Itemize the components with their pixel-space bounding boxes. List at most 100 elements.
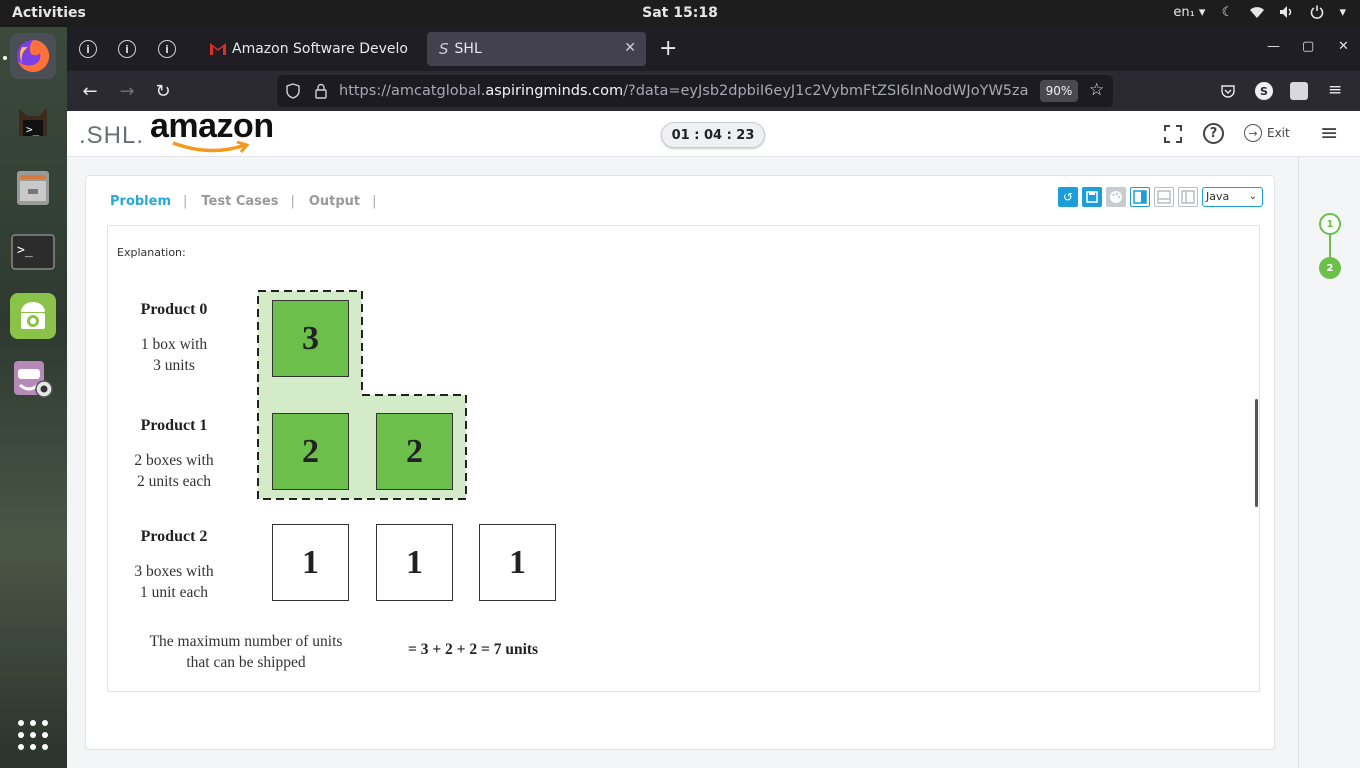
bookmark-star-icon[interactable]: ☆ (1089, 80, 1104, 100)
volume-icon (1279, 4, 1295, 20)
zoom-indicator[interactable]: 90% (1040, 80, 1078, 102)
unit-box: 2 (376, 413, 453, 490)
save-icon[interactable] (1082, 187, 1102, 207)
dock: >_ >_ (0, 27, 67, 768)
countdown-timer: 01 : 04 : 23 (661, 122, 765, 148)
cheese-launcher[interactable] (10, 357, 56, 403)
browser-tab-gmail[interactable]: Amazon Software Develo (198, 32, 418, 66)
maximize-button[interactable]: ▢ (1302, 39, 1314, 54)
android-studio-icon (21, 302, 45, 329)
info-icon[interactable]: i (79, 40, 97, 58)
product-1-title: Product 1 (140, 417, 208, 434)
amazon-smile-icon (172, 141, 250, 153)
chevron-down-icon: ⌄ (1248, 191, 1257, 202)
account-avatar-icon[interactable]: S (1255, 82, 1273, 100)
wifi-icon (1249, 4, 1265, 20)
menu-icon[interactable]: ≡ (1320, 121, 1338, 146)
hamburger-menu-icon[interactable]: ≡ (1328, 80, 1342, 100)
summary-text: The maximum number of units that can be … (149, 633, 343, 671)
forward-button[interactable]: → (116, 80, 138, 102)
webcam-face-icon (14, 361, 53, 398)
explanation-label: Explanation: (117, 246, 186, 259)
unit-box: 1 (272, 524, 349, 601)
unit-box: 2 (272, 413, 349, 490)
svg-text:>_: >_ (17, 243, 33, 258)
app-header: .SHL. amazon 01 : 04 : 23 ? → Exit ≡ (67, 107, 1360, 157)
exit-icon: → (1244, 124, 1262, 142)
theme-palette-icon[interactable] (1106, 187, 1126, 207)
terminal-icon: >_ (11, 234, 55, 270)
svg-text:>_: >_ (26, 123, 40, 136)
activities-button[interactable]: Activities (12, 5, 86, 21)
hacker-cat-icon: >_ (19, 108, 47, 136)
minimize-button[interactable]: — (1267, 39, 1280, 54)
browser-tab-bar: i i i Amazon Software Develo S SHL ✕ + —… (67, 27, 1360, 71)
browser-tab-shl[interactable]: S SHL ✕ (427, 32, 646, 66)
files-launcher[interactable] (10, 164, 56, 210)
app-grid-icon (18, 720, 48, 750)
product-0-desc: 1 box with 3 units (140, 336, 208, 374)
terminal-launcher[interactable]: >_ (10, 229, 56, 275)
file-cabinet-icon (17, 171, 49, 205)
tab-title: Amazon Software Develo (232, 41, 408, 57)
tab-title: SHL (454, 41, 482, 57)
problem-tabs: Problem | Test Cases | Output | (110, 194, 377, 209)
shield-icon (286, 83, 300, 99)
system-tray[interactable]: en₁ ▾ ☾ ▾ (1173, 4, 1346, 20)
result-equation: = 3 + 2 + 2 = 7 units (408, 641, 539, 658)
shl-logo: .SHL. (79, 122, 145, 149)
unit-box: 1 (376, 524, 453, 601)
problem-content: Explanation: Product 0 1 box with 3 unit… (107, 225, 1260, 692)
new-tab-button[interactable]: + (659, 36, 677, 61)
unit-box: 3 (272, 300, 349, 377)
exit-button[interactable]: → Exit (1244, 124, 1290, 142)
info-icon[interactable]: i (118, 40, 136, 58)
reload-button[interactable]: ↻ (152, 80, 174, 102)
show-applications-button[interactable] (17, 719, 49, 751)
android-studio-launcher[interactable] (10, 293, 56, 339)
close-tab-icon[interactable]: ✕ (624, 40, 636, 56)
shl-icon: S (439, 40, 449, 58)
firefox-icon (17, 39, 50, 72)
help-icon[interactable]: ? (1203, 123, 1224, 144)
close-window-button[interactable]: ✕ (1338, 39, 1349, 54)
product-2-title: Product 2 (140, 528, 208, 545)
extension-icon[interactable] (1290, 82, 1308, 100)
back-button[interactable]: ← (79, 80, 101, 102)
language-select[interactable]: Java ⌄ (1202, 187, 1263, 207)
gmail-icon (210, 43, 226, 55)
terminal-cat-launcher[interactable]: >_ (10, 99, 56, 145)
question-1-node[interactable]: 1 (1319, 213, 1341, 235)
question-2-node[interactable]: 2 (1319, 257, 1341, 279)
question-navigator: 1 2 (1298, 157, 1360, 768)
tab-problem[interactable]: Problem (110, 194, 171, 209)
layout-left-icon[interactable] (1178, 187, 1198, 207)
keyboard-layout[interactable]: en₁ ▾ (1173, 5, 1205, 20)
pocket-icon[interactable] (1220, 83, 1236, 99)
address-bar[interactable]: https://amcatglobal.aspiringminds.com/?d… (277, 75, 1113, 107)
system-menu-chevron-icon[interactable]: ▾ (1339, 5, 1346, 20)
editor-toolbar: ↺ (1058, 187, 1198, 207)
url-text[interactable]: https://amcatglobal.aspiringminds.com/?d… (339, 83, 1029, 99)
tab-test-cases[interactable]: Test Cases (201, 194, 278, 209)
clock[interactable]: Sat 15:18 (0, 5, 1360, 21)
layout-bottom-icon[interactable] (1154, 187, 1174, 207)
power-icon (1309, 4, 1325, 20)
layout-side-icon[interactable] (1130, 187, 1150, 207)
product-0-title: Product 0 (140, 301, 208, 318)
tab-output[interactable]: Output (309, 194, 360, 209)
page: .SHL. amazon 01 : 04 : 23 ? → Exit ≡ Pro… (67, 107, 1360, 768)
exit-label: Exit (1267, 126, 1290, 140)
lock-icon (315, 83, 327, 99)
scrollbar[interactable] (1255, 399, 1258, 507)
fullscreen-icon[interactable] (1164, 125, 1182, 143)
product-2-desc: 3 boxes with 1 unit each (134, 563, 214, 601)
browser-nav-bar: ← → ↻ https://amcatglobal.aspiringminds.… (67, 71, 1360, 111)
reset-icon[interactable]: ↺ (1058, 187, 1078, 207)
firefox-launcher[interactable] (10, 33, 56, 79)
info-icon[interactable]: i (158, 40, 176, 58)
unit-box: 1 (479, 524, 556, 601)
product-1-desc: 2 boxes with 2 units each (134, 452, 214, 490)
night-light-icon: ☾ (1221, 4, 1234, 20)
system-top-bar: Activities Sat 15:18 en₁ ▾ ☾ ▾ (0, 0, 1360, 27)
